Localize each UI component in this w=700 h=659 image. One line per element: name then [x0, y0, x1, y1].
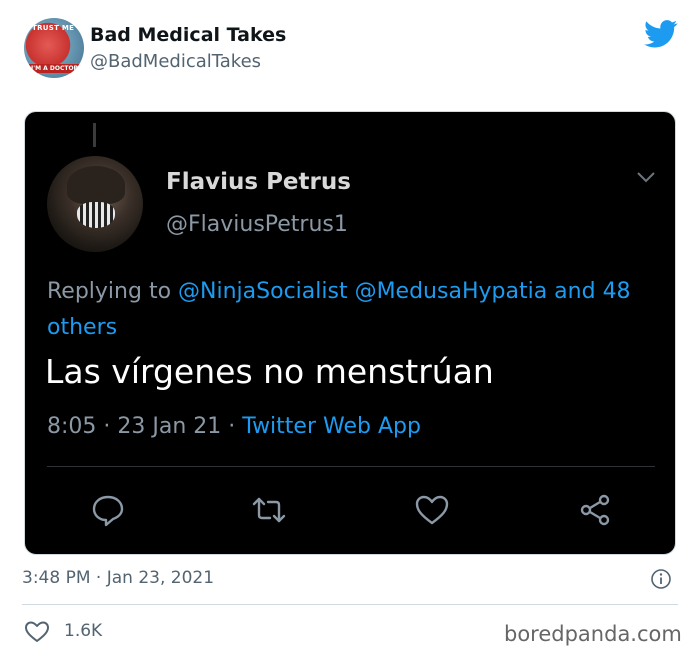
tweet-timestamp[interactable]: 3:48 PM · Jan 23, 2021: [22, 568, 214, 588]
twitter-bird-icon[interactable]: [644, 20, 678, 48]
replying-prefix: Replying to: [47, 279, 179, 304]
embedded-time: 8:05: [47, 414, 97, 439]
embedded-avatar: [47, 156, 143, 252]
avatar-mask: [77, 202, 115, 228]
divider: [22, 604, 678, 605]
avatar[interactable]: TRUST ME I'M A DOCTOR: [24, 18, 84, 78]
mention-ninjasocialist: @NinjaSocialist: [178, 279, 348, 304]
replying-to: Replying to @NinjaSocialist @MedusaHypat…: [47, 274, 657, 346]
mention-medusahypatia: @MedusaHypatia: [354, 279, 548, 304]
chevron-down-icon: [637, 172, 655, 183]
embedded-tweet-screenshot: Flavius Petrus @FlaviusPetrus1 Replying …: [24, 111, 676, 555]
author-display-name[interactable]: Bad Medical Takes: [90, 24, 286, 46]
meta-separator-2: ·: [221, 414, 243, 439]
meta-separator: ·: [96, 414, 118, 439]
heart-icon: [412, 490, 452, 530]
avatar-badge-top: TRUST ME: [32, 24, 75, 32]
embedded-handle: @FlaviusPetrus1: [166, 212, 348, 237]
avatar-badge-bottom: I'M A DOCTOR: [29, 64, 81, 73]
embedded-date: 23 Jan 21: [117, 414, 222, 439]
thread-line: [93, 123, 96, 147]
embedded-app: Twitter Web App: [242, 414, 421, 439]
like-button-icon[interactable]: [24, 620, 50, 644]
embedded-display-name: Flavius Petrus: [166, 169, 351, 195]
like-count[interactable]: 1.6K: [64, 621, 102, 641]
author-handle[interactable]: @BadMedicalTakes: [90, 51, 261, 72]
info-icon[interactable]: [650, 568, 672, 590]
embedded-tweet-text: Las vírgenes no menstrúan: [45, 352, 494, 391]
retweet-icon: [249, 490, 289, 530]
tweet-header: TRUST ME I'M A DOCTOR Bad Medical Takes …: [0, 0, 700, 100]
share-icon: [575, 490, 615, 530]
reply-icon: [88, 490, 128, 530]
divider: [47, 466, 655, 467]
embedded-meta: 8:05 · 23 Jan 21 · Twitter Web App: [47, 414, 421, 439]
avatar-hair: [67, 166, 125, 204]
watermark: boredpanda.com: [504, 622, 682, 646]
